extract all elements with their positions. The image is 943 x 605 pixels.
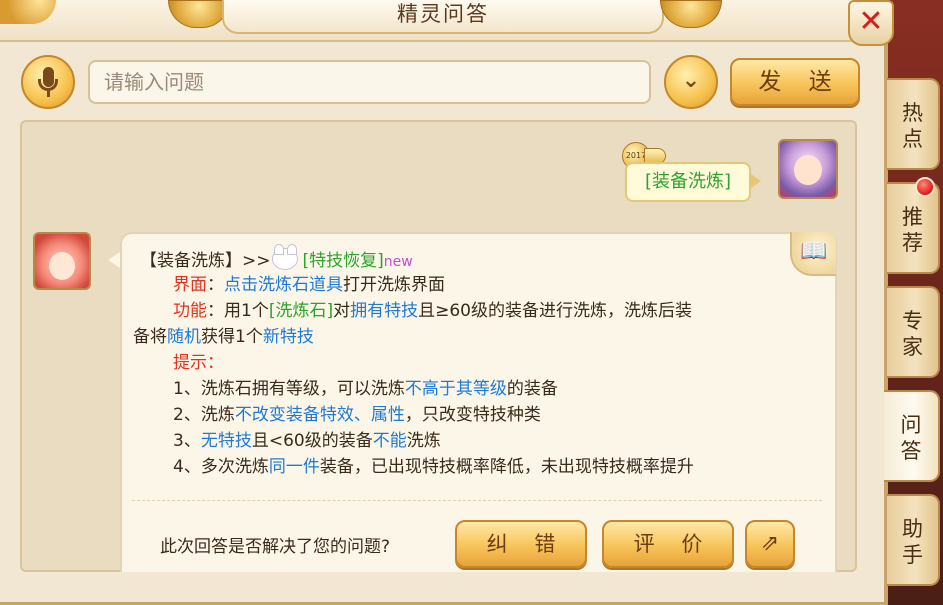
send-button[interactable]: 发 送 (730, 58, 860, 106)
function-text: 且≥60级的装备进行洗炼，洗炼后装 (418, 301, 692, 321)
bot-bubble-tail (108, 252, 120, 268)
qa-panel: 精灵问答 ⌄ 发 送 2017 [装备洗炼] (0, 0, 894, 605)
interface-link[interactable]: 点击洗炼石道具 (224, 275, 343, 295)
send-button-label: 发 送 (758, 69, 842, 95)
keyword: 不能 (372, 431, 407, 451)
keyword: 新特技 (262, 327, 314, 347)
share-icon: ⇗ (760, 531, 780, 556)
voice-input-button[interactable] (21, 55, 75, 109)
keyword: 拥有特技 (350, 301, 419, 321)
tip-text: 2、洗炼 (173, 405, 235, 425)
tip-text: 的装备 (506, 379, 558, 399)
share-button[interactable]: ⇗ (745, 520, 795, 568)
keyword: 不高于其等级 (404, 379, 507, 399)
tip-2: 2、洗炼不改变装备特效、属性，只改变特技种类 (173, 404, 541, 426)
tips-label: 提示： (173, 353, 224, 373)
user-bubble-tail (751, 174, 761, 188)
mic-base-shape (47, 91, 50, 97)
label-interface: 界面 (173, 275, 207, 295)
notification-dot (915, 177, 935, 197)
tip-text: 3、 (173, 431, 201, 451)
function-text: 备将 (133, 327, 167, 347)
mic-stand-shape (38, 79, 58, 91)
function-text: 对 (333, 301, 351, 321)
tab-hot[interactable]: 热 点 (887, 78, 940, 170)
window-title: 精灵问答 (397, 2, 489, 26)
answer-header: 【装备洗炼】>> [特技恢复]new (140, 244, 413, 273)
tab-helper[interactable]: 助 手 (887, 494, 940, 586)
question-input[interactable] (88, 60, 651, 104)
pet-icon (271, 244, 302, 270)
corner-ornament (0, 0, 56, 24)
tab-label: 热 点 (902, 101, 923, 151)
tip-text: ，只改变特技种类 (404, 405, 541, 425)
related-topic-link[interactable]: [特技恢复] (303, 251, 384, 271)
tab-qa[interactable]: 问 答 (884, 390, 940, 482)
keyword: 无特技 (200, 431, 252, 451)
answer-topic: 【装备洗炼】>> (140, 251, 271, 271)
interface-text: 打开洗炼界面 (343, 275, 445, 295)
function-text: 获得1个 (201, 327, 263, 347)
tip-text: 且<60级的装备 (251, 431, 373, 451)
report-error-button[interactable]: 纠 错 (455, 520, 587, 568)
close-icon: ✕ (858, 4, 884, 39)
keyword: 同一件 (268, 457, 320, 477)
close-button[interactable]: ✕ (848, 0, 894, 46)
tab-label: 推 荐 (902, 205, 923, 255)
function-text: ：用1个 (207, 301, 269, 321)
scroll-ornament-right (660, 0, 722, 28)
keyword: 不改变装备特效、属性 (234, 405, 405, 425)
tip-text: 洗炼 (406, 431, 441, 451)
item-link-wash-stone[interactable]: [洗炼石] (269, 301, 333, 321)
colon: ： (207, 275, 224, 295)
rate-button[interactable]: 评 价 (602, 520, 734, 568)
feedback-question: 此次回答是否解决了您的问题? (160, 537, 391, 557)
avatar-face-shape (794, 155, 822, 185)
new-tag: new (383, 254, 413, 270)
chevron-down-icon: ⌄ (681, 68, 701, 93)
tip-3: 3、无特技且<60级的装备不能洗炼 (173, 430, 441, 452)
title-bar: 精灵问答 (0, 0, 888, 42)
tab-label: 助 手 (902, 517, 923, 567)
answer-function-line-cont: 备将随机获得1个新特技 (133, 326, 314, 348)
tab-recommend[interactable]: 推 荐 (887, 182, 940, 274)
user-avatar[interactable] (778, 139, 838, 199)
answer-interface-line: 界面：点击洗炼石道具打开洗炼界面 (173, 274, 445, 296)
pet-ear-right (286, 244, 297, 255)
label-function: 功能 (173, 301, 207, 321)
tip-text: 1、洗炼石拥有等级，可以洗炼 (173, 379, 405, 399)
answer-function-line: 功能：用1个[洗炼石]对拥有特技且≥60级的装备进行洗炼，洗炼后装 (173, 300, 692, 322)
pet-head-shape (271, 244, 298, 270)
tab-label: 专 家 (902, 309, 923, 359)
book-glyph: 📖 (800, 239, 828, 264)
tip-text: 装备，已出现特技概率降低，未出现特技概率提升 (319, 457, 694, 477)
history-dropdown-button[interactable]: ⌄ (664, 55, 718, 109)
tab-label: 问 答 (900, 413, 922, 463)
rate-label: 评 价 (633, 532, 713, 556)
bot-avatar[interactable] (33, 232, 91, 290)
tab-expert[interactable]: 专 家 (887, 286, 940, 378)
keyword: 随机 (167, 327, 201, 347)
pet-ear-left (273, 244, 284, 255)
divider (132, 500, 822, 501)
user-message-bubble[interactable]: [装备洗炼] (625, 162, 751, 202)
title-plate: 精灵问答 (222, 0, 664, 34)
tip-4: 4、多次洗炼同一件装备，已出现特技概率降低，未出现特技概率提升 (173, 456, 694, 478)
scroll-ornament-left (168, 0, 230, 28)
tip-text: 4、多次洗炼 (173, 457, 269, 477)
tip-1: 1、洗炼石拥有等级，可以洗炼不高于其等级的装备 (173, 378, 558, 400)
game-window: 精灵问答 ⌄ 发 送 2017 [装备洗炼] (0, 0, 943, 605)
book-icon[interactable]: 📖 (790, 232, 836, 276)
avatar-face-shape (49, 252, 75, 280)
report-error-label: 纠 错 (486, 532, 566, 556)
